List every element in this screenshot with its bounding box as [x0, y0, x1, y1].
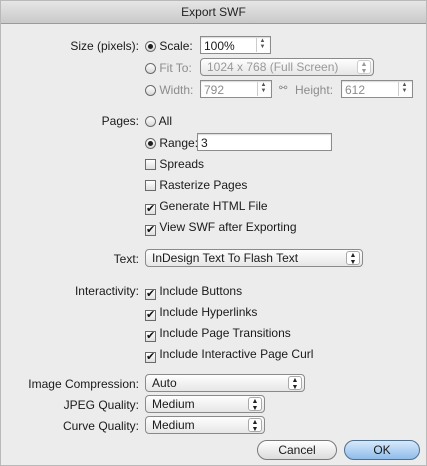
jpeg-quality-label: JPEG Quality:: [63, 398, 139, 412]
rasterize-option[interactable]: Rasterize Pages: [145, 178, 247, 192]
scale-field[interactable]: 100% ▲ ▼: [200, 36, 271, 54]
pages-all-option[interactable]: All: [145, 114, 172, 128]
curve-quality-label: Curve Quality:: [62, 419, 139, 433]
width-stepper-icon[interactable]: ▲ ▼: [257, 82, 269, 96]
width-field[interactable]: 792 ▲ ▼: [200, 80, 272, 98]
include-buttons-option[interactable]: ✔ Include Buttons: [145, 284, 242, 300]
range-input[interactable]: 3: [197, 133, 332, 151]
scale-radio[interactable]: [145, 41, 156, 52]
scale-value: 100%: [204, 39, 235, 53]
rasterize-label: Rasterize Pages: [159, 178, 248, 192]
text-select[interactable]: InDesign Text To Flash Text ▲ ▼: [145, 249, 363, 267]
scale-option[interactable]: Scale:: [145, 39, 193, 53]
include-page-curl-label: Include Interactive Page Curl: [159, 347, 314, 361]
image-compression-select[interactable]: Auto ▲ ▼: [145, 374, 305, 392]
jpeg-quality-value: Medium: [152, 397, 195, 411]
generate-html-checkbox[interactable]: ✔: [145, 204, 156, 215]
scale-stepper-icon[interactable]: ▲ ▼: [256, 38, 268, 52]
interactivity-label: Interactivity:: [74, 284, 139, 298]
pages-range-option[interactable]: Range:: [145, 136, 198, 150]
include-page-curl-checkbox[interactable]: ✔: [145, 352, 156, 363]
text-label: Text:: [113, 252, 139, 266]
height-field[interactable]: 612 ▲ ▼: [341, 80, 413, 98]
fit-to-option[interactable]: Fit To:: [145, 61, 192, 75]
image-compression-value: Auto: [152, 376, 177, 390]
view-swf-label: View SWF after Exporting: [159, 220, 297, 234]
include-hyperlinks-option[interactable]: ✔ Include Hyperlinks: [145, 305, 257, 321]
include-page-curl-option[interactable]: ✔ Include Interactive Page Curl: [145, 347, 313, 363]
image-compression-label: Image Compression:: [28, 377, 139, 391]
generate-html-option[interactable]: ✔ Generate HTML File: [145, 199, 268, 215]
jpeg-quality-arrows-icon: ▲ ▼: [248, 397, 262, 412]
export-swf-dialog: Export SWF Size (pixels): Scale: 100% ▲ ▼…: [0, 0, 427, 466]
generate-html-label: Generate HTML File: [159, 199, 268, 213]
pages-all-label: All: [158, 114, 173, 128]
pages-label: Pages:: [101, 114, 139, 128]
cancel-button[interactable]: Cancel: [257, 440, 337, 460]
include-buttons-checkbox[interactable]: ✔: [145, 289, 156, 300]
custom-size-radio[interactable]: [145, 85, 156, 96]
fit-to-arrows-icon: ▲ ▼: [357, 60, 371, 75]
height-stepper-icon[interactable]: ▲ ▼: [398, 82, 410, 96]
include-page-transitions-label: Include Page Transitions: [159, 326, 291, 340]
spreads-option[interactable]: Spreads: [145, 157, 204, 171]
custom-size-option[interactable]: Width:: [145, 83, 193, 97]
curve-quality-select[interactable]: Medium ▲ ▼: [145, 416, 265, 434]
fit-to-radio[interactable]: [145, 63, 156, 74]
fit-to-value: 1024 x 768 (Full Screen): [207, 60, 339, 74]
view-swf-option[interactable]: ✔ View SWF after Exporting: [145, 220, 297, 236]
scale-label: Scale:: [159, 39, 193, 53]
include-buttons-label: Include Buttons: [159, 284, 243, 298]
width-label: Width:: [159, 83, 194, 97]
pages-all-radio[interactable]: [145, 116, 156, 127]
pages-range-radio[interactable]: [145, 138, 156, 149]
include-hyperlinks-label: Include Hyperlinks: [159, 305, 258, 319]
image-compression-arrows-icon: ▲ ▼: [288, 376, 302, 391]
range-value: 3: [201, 136, 208, 150]
pages-range-label: Range:: [159, 136, 199, 150]
spreads-checkbox[interactable]: [145, 159, 156, 170]
text-select-arrows-icon: ▲ ▼: [346, 251, 360, 266]
rasterize-checkbox[interactable]: [145, 180, 156, 191]
size-label: Size (pixels):: [70, 39, 139, 53]
include-page-transitions-option[interactable]: ✔ Include Page Transitions: [145, 326, 291, 342]
ok-button[interactable]: OK: [344, 440, 420, 460]
fit-to-select[interactable]: 1024 x 768 (Full Screen) ▲ ▼: [200, 58, 374, 76]
fit-to-label: Fit To:: [159, 61, 192, 75]
spreads-label: Spreads: [159, 157, 205, 171]
view-swf-checkbox[interactable]: ✔: [145, 225, 156, 236]
text-value: InDesign Text To Flash Text: [152, 251, 299, 265]
chain-link-icon[interactable]: ⚯: [279, 83, 287, 94]
include-page-transitions-checkbox[interactable]: ✔: [145, 331, 156, 342]
curve-quality-arrows-icon: ▲ ▼: [248, 418, 262, 433]
dialog-title: Export SWF: [1, 1, 426, 24]
height-label: Height:: [295, 83, 334, 97]
include-hyperlinks-checkbox[interactable]: ✔: [145, 310, 156, 321]
jpeg-quality-select[interactable]: Medium ▲ ▼: [145, 395, 265, 413]
curve-quality-value: Medium: [152, 418, 195, 432]
height-value: 612: [345, 83, 366, 97]
width-value: 792: [204, 83, 225, 97]
